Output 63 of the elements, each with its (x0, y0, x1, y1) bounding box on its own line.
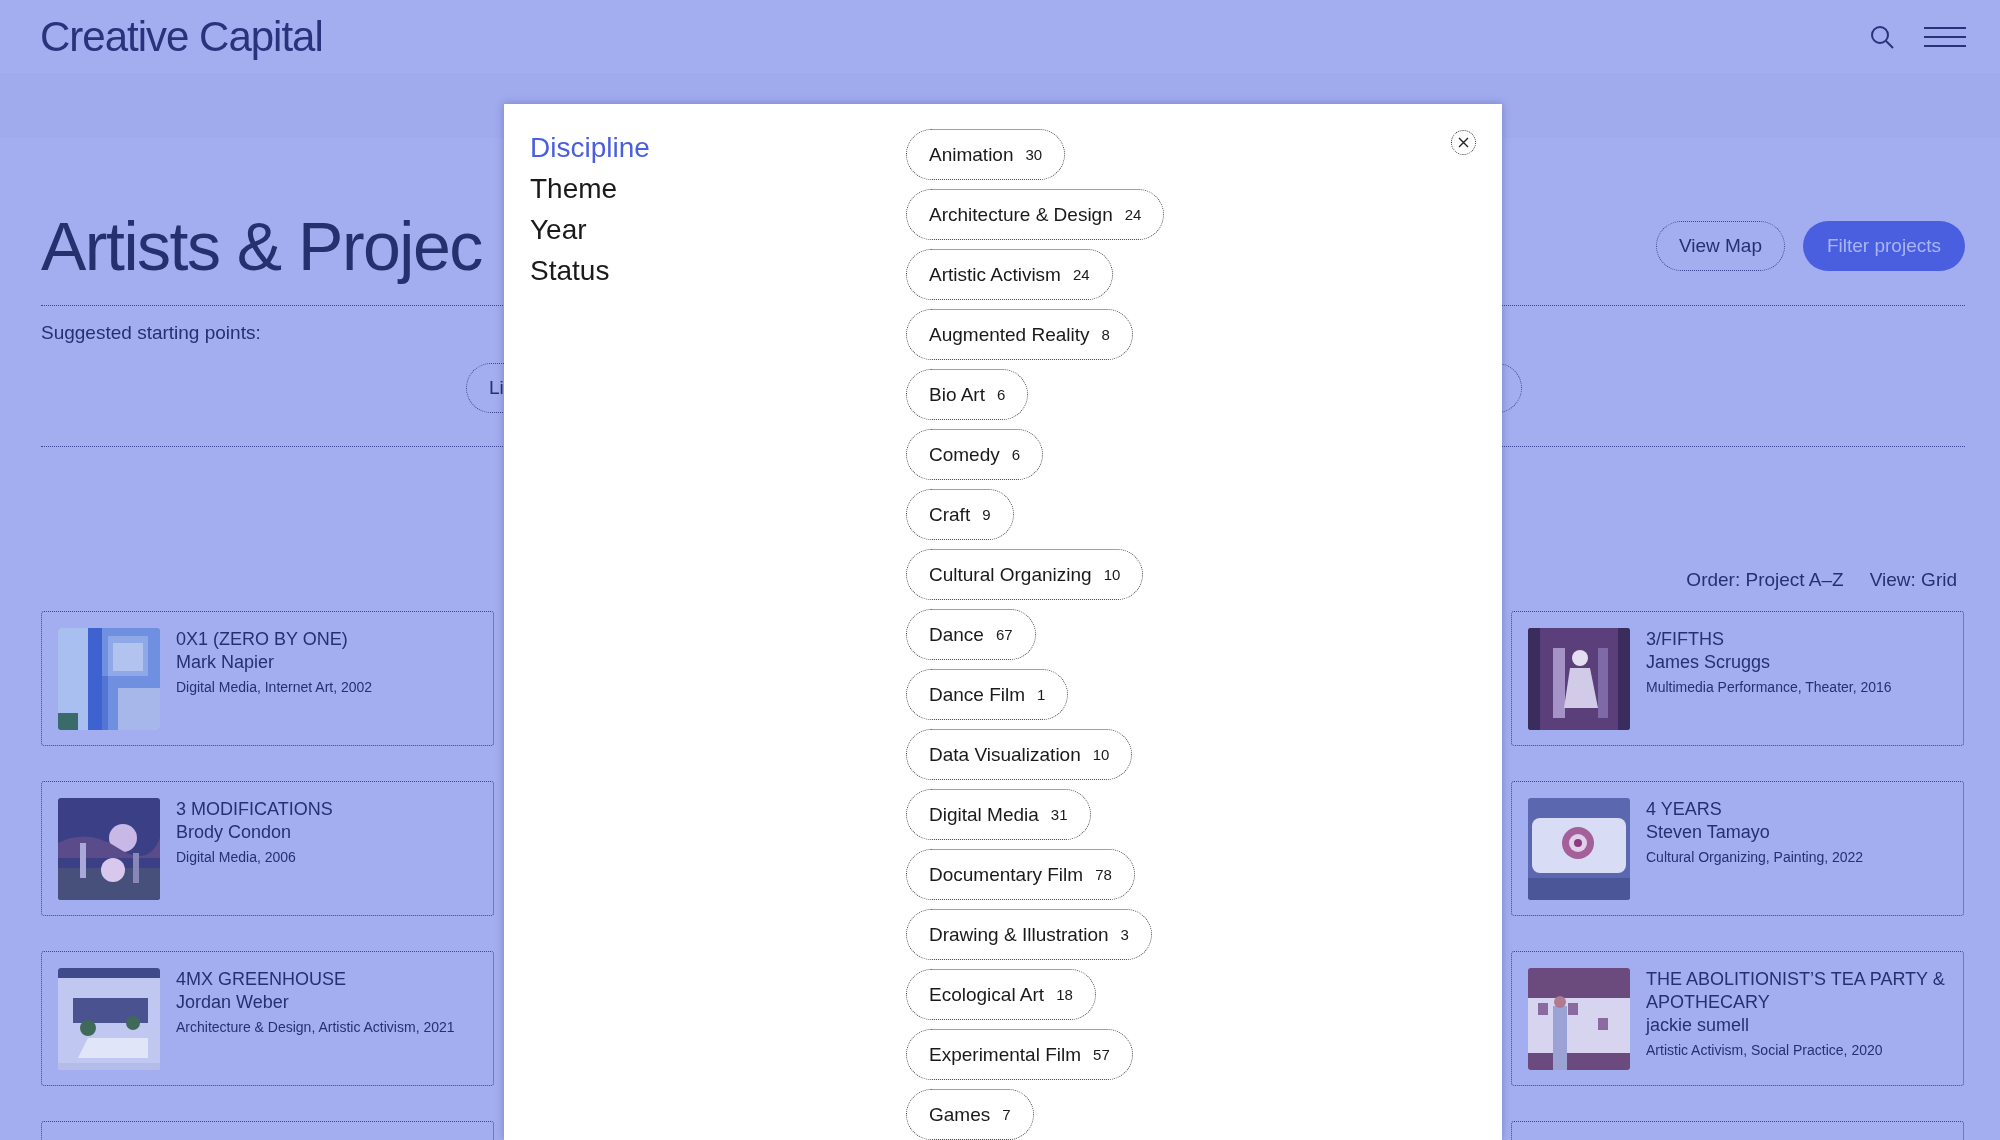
artist-name: Jordan Weber (176, 991, 290, 1014)
option-count: 30 (1025, 146, 1043, 163)
project-tags: Architecture & Design, Artistic Activism, 2021 (176, 1017, 455, 1037)
option-count: 78 (1095, 866, 1112, 883)
filter-option[interactable]: Games 7 (906, 1089, 1034, 1140)
project-title: 3/FIFTHS (1646, 628, 1725, 651)
filter-option[interactable]: Craft 9 (906, 489, 1014, 540)
filter-option[interactable]: Artistic Activism 24 (906, 249, 1113, 300)
filter-option[interactable]: Architecture & Design 24 (906, 189, 1165, 240)
artist-name: Steven Tamayo (1646, 821, 1771, 844)
filter-tab[interactable]: Status (530, 250, 610, 291)
option-count: 7 (1002, 1106, 1011, 1123)
filter-option[interactable]: Augmented Reality 8 (906, 309, 1133, 360)
project-tags: Cultural Organizing, Painting, 2022 (1646, 847, 1864, 867)
option-count: 6 (997, 386, 1006, 403)
menu-icon[interactable] (1924, 25, 1966, 48)
artist-name: jackie sumell (1646, 1014, 1751, 1037)
option-count: 18 (1056, 986, 1073, 1003)
filter-option[interactable]: Drawing & Illustration 3 (906, 909, 1152, 960)
close-icon[interactable] (1451, 130, 1476, 155)
filter-option[interactable]: Documentary Film 78 (906, 849, 1135, 900)
option-count: 57 (1093, 1046, 1110, 1063)
project-tags: Multimedia Performance, Theater, 2016 (1646, 677, 1892, 697)
option-count: 3 (1120, 926, 1129, 943)
filter-tab[interactable]: Discipline (530, 127, 650, 168)
option-count: 24 (1072, 266, 1090, 283)
filter-option[interactable]: Dance Film 1 (906, 669, 1069, 720)
filter-option[interactable]: Animation 30 (906, 129, 1066, 180)
filter-tab[interactable]: Theme (530, 168, 618, 209)
project-title: 0X1 (ZERO BY ONE) (176, 628, 349, 651)
order-selector[interactable]: Order: Project A–Z (1686, 568, 1844, 592)
option-count: 6 (1011, 446, 1021, 463)
filter-option[interactable]: Cultural Organizing 10 (906, 549, 1144, 600)
option-count: 10 (1092, 746, 1110, 763)
option-count: 10 (1103, 566, 1121, 583)
project-title: 3 MODIFICATIONS (176, 798, 333, 821)
project-title: 4MX GREENHOUSE (176, 968, 348, 991)
page-title: Artists & Projec (41, 207, 482, 285)
filter-option[interactable]: Bio Art 6 (906, 369, 1029, 420)
suggested-label: Suggested starting points: (41, 322, 261, 343)
option-count: 8 (1101, 326, 1110, 343)
project-tags: Artistic Activism, Social Practice, 2020 (1646, 1040, 1947, 1060)
filter-option[interactable]: Experimental Film 57 (906, 1029, 1133, 1080)
option-count: 31 (1050, 806, 1068, 823)
logo[interactable]: Creative Capital (40, 12, 323, 61)
filter-tab[interactable]: Year (530, 209, 587, 250)
artist-name: James Scruggs (1646, 651, 1772, 674)
filter-option[interactable]: Data Visualization 10 (906, 729, 1133, 780)
option-count: 67 (995, 626, 1013, 643)
filter-option[interactable]: Digital Media 31 (906, 789, 1091, 840)
option-count: 1 (1037, 686, 1046, 703)
project-tags: Digital Media, Internet Art, 2002 (176, 677, 373, 697)
view-selector[interactable]: View: Grid (1869, 568, 1957, 592)
option-count: 9 (982, 506, 991, 523)
artist-name: Mark Napier (176, 651, 276, 674)
filter-option[interactable]: Ecological Art 18 (906, 969, 1096, 1020)
filter-option[interactable]: Comedy 6 (906, 429, 1044, 480)
artist-name: Brody Condon (176, 821, 293, 844)
project-tags: Digital Media, 2006 (176, 847, 333, 867)
project-title: 4 YEARS (1646, 798, 1723, 821)
search-icon[interactable] (1870, 24, 1894, 49)
option-count: 24 (1124, 206, 1142, 223)
filter-option[interactable]: Dance 67 (906, 609, 1036, 660)
